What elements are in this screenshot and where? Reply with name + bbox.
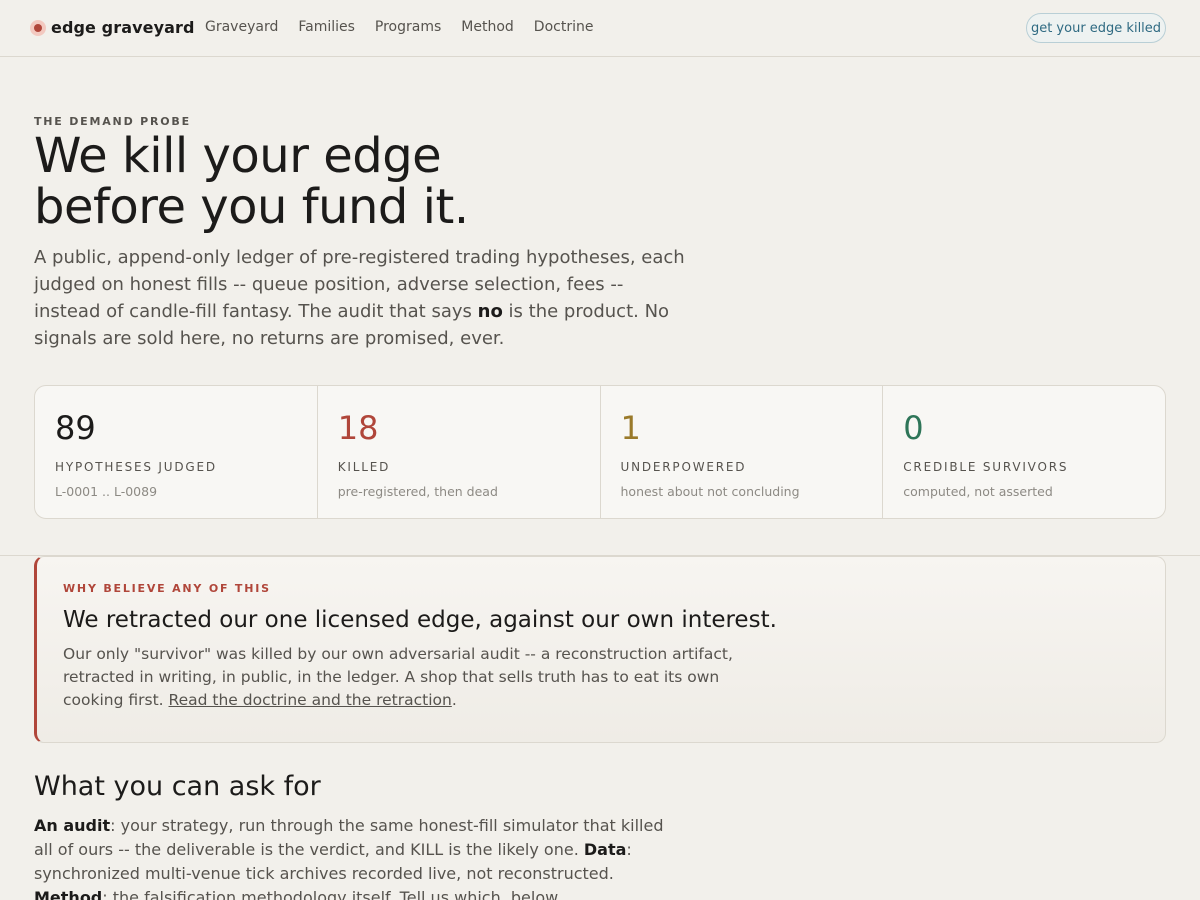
stat-note: honest about not concluding [620,484,800,499]
nav-link-doctrine[interactable]: Doctrine [534,19,594,35]
retraction-text: Our only "survivor" was killed by our ow… [63,643,743,712]
stat-label: HYPOTHESES JUDGED [55,460,217,474]
stat-killed: 18 KILLED pre-registered, then dead [318,386,601,518]
ask-data-label: Data [583,840,627,859]
stat-note: pre-registered, then dead [337,484,498,499]
stat-note: computed, not asserted [903,484,1053,499]
ask-section-title: What you can ask for [34,771,321,802]
ask-method-text: : the falsification methodology itself. … [102,888,562,900]
stats-panel: 89 HYPOTHESES JUDGED L-0001 .. L-0089 18… [34,385,1166,519]
get-edge-killed-button[interactable]: get your edge killed [1026,13,1166,43]
nav-link-programs[interactable]: Programs [375,19,441,35]
stat-value: 89 [55,409,96,447]
hero-title: We kill your edge before you fund it. [34,131,734,233]
brand-logo-icon [30,19,46,36]
brand[interactable]: edge graveyard [30,18,195,37]
hero-desc-emphasis: no [477,301,503,322]
ask-section-text: An audit: your strategy, run through the… [34,814,674,900]
ask-audit-text: : your strategy, run through the same ho… [34,816,664,859]
doctrine-retraction-link[interactable]: Read the doctrine and the retraction [169,691,452,709]
brand-name: edge graveyard [51,18,195,37]
stat-label: CREDIBLE SURVIVORS [903,460,1069,474]
ask-method-label: Method [34,888,103,900]
stat-value: 1 [620,409,641,447]
stat-note: L-0001 .. L-0089 [55,484,158,499]
hero-title-line-1: We kill your edge [34,128,442,184]
hero-eyebrow: THE DEMAND PROBE [34,115,191,128]
retraction-card: WHY BELIEVE ANY OF THIS We retracted our… [34,556,1166,743]
stat-label: KILLED [337,460,391,474]
nav-link-method[interactable]: Method [461,19,514,35]
stat-hypotheses-judged: 89 HYPOTHESES JUDGED L-0001 .. L-0089 [35,386,318,518]
nav-link-graveyard[interactable]: Graveyard [205,19,278,35]
stat-credible-survivors: 0 CREDIBLE SURVIVORS computed, not asser… [883,386,1165,518]
nav-link-families[interactable]: Families [298,19,355,35]
stat-label: UNDERPOWERED [620,460,747,474]
nav-links: Graveyard Families Programs Method Doctr… [205,19,593,35]
hero-description: A public, append-only ledger of pre-regi… [34,244,694,352]
retraction-title: We retracted our one licensed edge, agai… [63,607,777,633]
stat-value: 0 [903,409,924,447]
ask-audit-label: An audit [34,816,111,835]
hero-title-line-2: before you fund it. [34,179,469,235]
retraction-eyebrow: WHY BELIEVE ANY OF THIS [63,582,271,595]
stat-value: 18 [337,409,379,447]
stat-underpowered: 1 UNDERPOWERED honest about not concludi… [601,386,884,518]
top-nav: edge graveyard Graveyard Families Progra… [0,0,1200,57]
retraction-end: . [451,691,457,709]
